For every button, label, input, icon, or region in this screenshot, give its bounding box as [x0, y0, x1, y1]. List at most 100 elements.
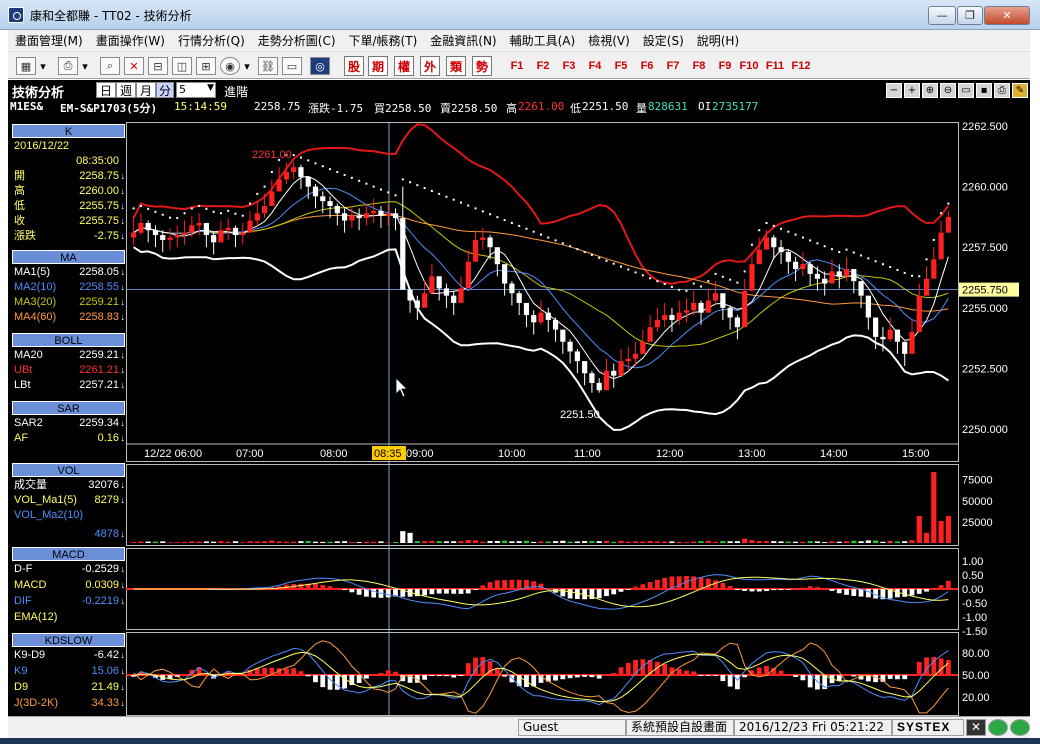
save-icon[interactable]: ▪	[976, 83, 992, 98]
f9-button[interactable]: F9	[714, 57, 736, 75]
zoom-out-icon[interactable]: ⊖	[940, 83, 956, 98]
candle-body	[458, 288, 464, 303]
macd-header[interactable]: MACD	[12, 547, 125, 561]
menu-tools[interactable]: 輔助工具(A)	[510, 32, 576, 49]
kd-header[interactable]: KDSLOW	[12, 633, 125, 647]
macd-histogram-bar	[596, 589, 602, 599]
dropdown-arrow-icon[interactable]: ▾	[242, 57, 252, 75]
foreign-button[interactable]: 外	[420, 56, 440, 76]
volume-bar	[356, 542, 362, 543]
candle-body	[138, 222, 144, 233]
options-button[interactable]: 權	[394, 56, 414, 76]
f5-button[interactable]: F5	[610, 57, 632, 75]
sar-dot	[918, 275, 921, 278]
volume-bar	[254, 541, 260, 543]
period-select[interactable]: 5 ▼	[176, 82, 216, 98]
close-button[interactable]: ✕	[984, 6, 1030, 25]
boll-header[interactable]: BOLL	[12, 333, 125, 347]
window-arrange-icon[interactable]: ⊟	[148, 57, 168, 75]
f12-button[interactable]: F12	[790, 57, 812, 75]
search-icon[interactable]: ⌕	[100, 57, 120, 75]
menu-trend-chart[interactable]: 走勢分析圖(C)	[258, 32, 336, 49]
chart-canvas[interactable]: 2262.500 2260.000 2257.500 2255.000 2252.500…	[126, 122, 1030, 716]
print-icon[interactable]: ⎙	[58, 57, 78, 75]
chat-icon[interactable]: ▭	[958, 83, 974, 98]
monitor-icon[interactable]: ▭	[282, 57, 302, 75]
sar-dot	[932, 238, 935, 241]
candle-body	[894, 329, 901, 342]
sar-dot	[489, 213, 492, 216]
f4-button[interactable]: F4	[584, 57, 606, 75]
kd-histogram-bar	[691, 671, 697, 675]
f2-button[interactable]: F2	[532, 57, 554, 75]
kd-j-value: 34.33	[91, 697, 119, 709]
minus-icon[interactable]: −	[886, 83, 902, 98]
plus-icon[interactable]: +	[904, 83, 920, 98]
vol-ma2-label: VOL_Ma2(10)	[14, 509, 84, 521]
futures-button[interactable]: 期	[368, 56, 388, 76]
advanced-button[interactable]: 進階	[224, 83, 248, 100]
macd-histogram-bar	[778, 589, 784, 590]
volume-bar	[160, 541, 166, 543]
split-view-icon[interactable]: ◫	[172, 57, 192, 75]
layout-icon[interactable]: ▦	[16, 57, 36, 75]
maximize-button[interactable]: ❐	[957, 6, 983, 25]
stock-button[interactable]: 股	[344, 56, 364, 76]
period-day[interactable]: 日	[96, 82, 116, 98]
f1-button[interactable]: F1	[506, 57, 528, 75]
boll-ub-row: UBt 2261.21 ↓	[12, 363, 125, 378]
systex-logo-icon[interactable]: ◎	[310, 57, 330, 75]
arrow-down-icon: ↓	[120, 650, 126, 660]
zoom-in-icon[interactable]: ⊕	[922, 83, 938, 98]
period-month[interactable]: 月	[136, 82, 156, 98]
f3-button[interactable]: F3	[558, 57, 580, 75]
f11-button[interactable]: F11	[764, 57, 786, 75]
globe-icon[interactable]: ◉	[220, 57, 240, 75]
trend-button[interactable]: 勢	[472, 56, 492, 76]
dropdown-arrow-icon[interactable]: ▾	[80, 57, 90, 75]
menu-help[interactable]: 說明(H)	[697, 32, 739, 49]
period-week[interactable]: 週	[116, 82, 136, 98]
print-icon[interactable]: ⎙	[994, 83, 1010, 98]
cancel-icon[interactable]: ✕	[124, 57, 144, 75]
menu-view[interactable]: 檢視(V)	[588, 32, 630, 49]
quote-oi: 2735177	[712, 100, 759, 113]
vol-header[interactable]: VOL	[12, 463, 125, 477]
category-button[interactable]: 類	[446, 56, 466, 76]
link-icon[interactable]: ⛓	[258, 57, 278, 75]
candle-body	[836, 271, 842, 277]
arrow-down-icon: ↓	[120, 186, 126, 196]
candle-body	[829, 271, 835, 284]
f8-button[interactable]: F8	[688, 57, 710, 75]
menu-settings[interactable]: 設定(S)	[643, 32, 684, 49]
macd-histogram-bar	[807, 586, 813, 589]
candle-body	[312, 186, 319, 197]
menu-screen-operate[interactable]: 畫面操作(W)	[96, 32, 165, 49]
f6-button[interactable]: F6	[636, 57, 658, 75]
title-bar[interactable]: 康和全都賺 - TT02 - 技術分析 — ❐ ✕	[0, 0, 1040, 30]
f7-button[interactable]: F7	[662, 57, 684, 75]
kd-histogram-bar	[902, 675, 908, 680]
chart-icon[interactable]: ⊞	[196, 57, 216, 75]
menu-order-account[interactable]: 下單/帳務(T)	[349, 32, 418, 49]
quote-time: 15:14:59	[174, 100, 227, 113]
macd-histogram-bar	[574, 589, 580, 600]
period-minute[interactable]: 分	[156, 82, 174, 98]
settings-icon[interactable]: ✎	[1012, 83, 1028, 98]
ma-header[interactable]: MA	[12, 250, 125, 264]
candle-body	[283, 172, 289, 180]
menu-screen-manage[interactable]: 畫面管理(M)	[15, 32, 83, 49]
arrow-down-icon: ↓	[120, 495, 126, 505]
macd-histogram-bar	[640, 584, 646, 589]
kd-j-label: J(3D-2K)	[14, 697, 59, 709]
f10-button[interactable]: F10	[738, 57, 760, 75]
minimize-button[interactable]: —	[928, 6, 956, 25]
k-header[interactable]: K	[12, 124, 125, 138]
sar-header[interactable]: SAR	[12, 401, 125, 415]
close-icon[interactable]: ✕	[966, 719, 986, 736]
menu-quote-analysis[interactable]: 行情分析(Q)	[178, 32, 245, 49]
sar-dot	[459, 201, 462, 204]
menu-finance-info[interactable]: 金融資訊(N)	[430, 32, 496, 49]
dropdown-arrow-icon[interactable]: ▾	[38, 57, 48, 75]
candle-body	[196, 222, 202, 226]
